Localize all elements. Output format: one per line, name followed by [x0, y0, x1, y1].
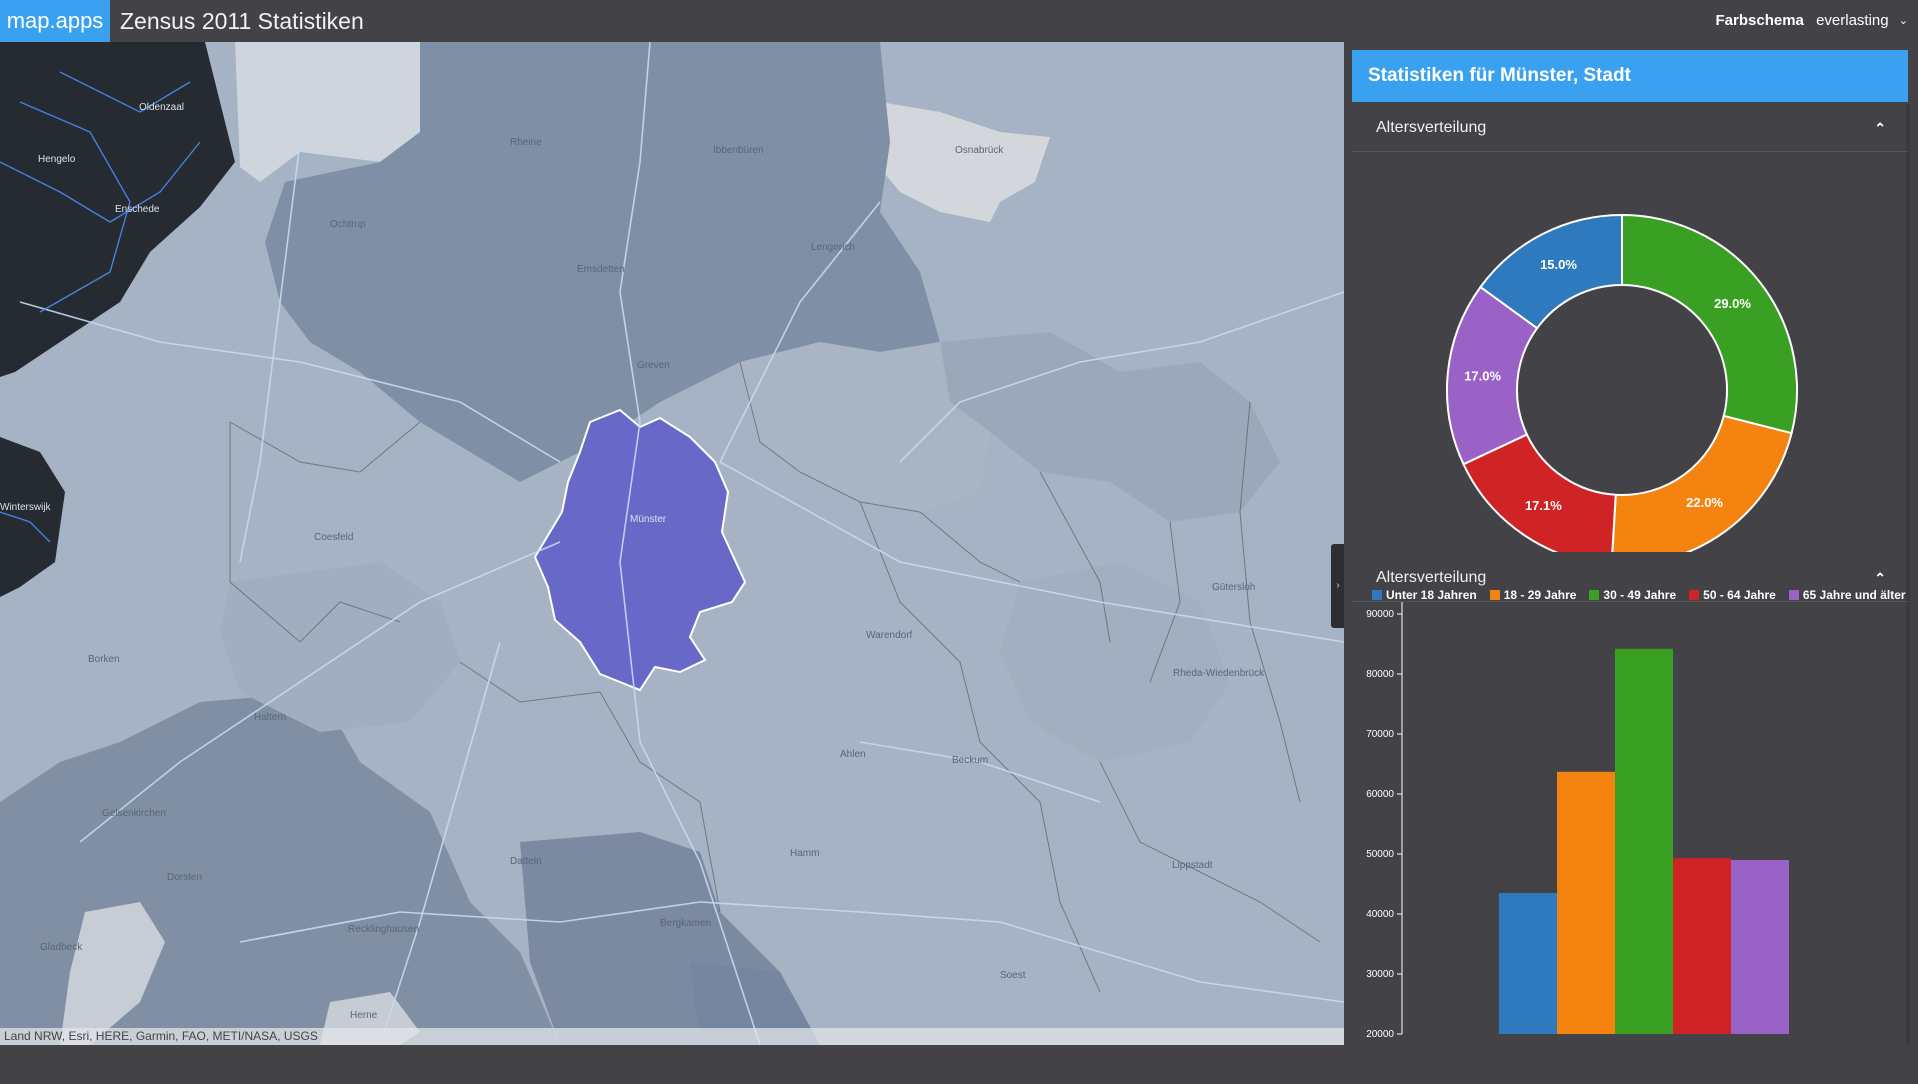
place-label: Gütersloh [1212, 582, 1256, 593]
y-tick-label: 80000 [1366, 669, 1394, 680]
age-distribution-donut-section: Altersverteilung ⌃ 29.0% 22.0% 17.1% 17.0% 1… [1352, 104, 1908, 602]
place-label: Rheine [510, 137, 542, 148]
place-label: Coesfeld [314, 532, 354, 543]
place-label: Ibbenbüren [713, 145, 764, 156]
place-label: Recklinghausen [348, 924, 420, 935]
place-label: Gelsenkirchen [102, 808, 166, 819]
bar[interactable] [1615, 648, 1673, 1034]
color-scheme-selector[interactable]: Farbschema everlasting ⌄ [1716, 0, 1908, 43]
collapse-panel-handle[interactable]: › [1331, 544, 1344, 628]
donut-chart: 29.0% 22.0% 17.1% 17.0% 15.0% [1446, 213, 1798, 552]
place-label: Bergkamen [660, 918, 712, 929]
statistics-panel: Statistiken für Münster, Stadt Altersver… [1344, 42, 1918, 1045]
place-label: Hamm [790, 848, 820, 859]
section-title: Altersverteilung [1376, 119, 1487, 136]
place-label: Osnabrück [955, 145, 1004, 156]
place-label: Datteln [510, 856, 542, 867]
map-view[interactable]: Oldenzaal Hengelo Enschede Ochtrup Rhein… [0, 42, 1344, 1045]
chevron-down-icon[interactable]: ⌄ [1899, 0, 1908, 42]
map-canvas[interactable] [0, 42, 1344, 1045]
place-label: Ochtrup [330, 219, 366, 230]
map-attribution: Land NRW, Esri, HERE, Garmin, FAO, METI/… [0, 1028, 1344, 1045]
place-label: Enschede [115, 204, 160, 215]
app-logo[interactable]: map.apps [0, 0, 110, 42]
bar[interactable] [1673, 858, 1731, 1034]
place-label: Borken [88, 654, 120, 665]
place-label: Hengelo [38, 154, 76, 165]
place-label: Münster [630, 514, 667, 525]
place-label: Warendorf [866, 630, 913, 641]
y-tick-label: 40000 [1366, 909, 1394, 920]
y-tick-label: 30000 [1366, 969, 1394, 980]
place-label: Rheda-Wiedenbrück [1173, 668, 1265, 679]
color-scheme-value[interactable]: everlasting [1816, 12, 1889, 29]
slice-value-label: 29.0% [1714, 296, 1751, 311]
bar-chart: 20000 30000 40000 50000 60000 70000 80000 90000 [1366, 602, 1789, 1040]
y-tick-label: 50000 [1366, 849, 1394, 860]
chevron-up-icon[interactable]: ⌃ [1874, 554, 1886, 602]
bar[interactable] [1499, 893, 1557, 1034]
place-label: Haltern [254, 712, 287, 723]
donut-slice[interactable] [1611, 414, 1793, 552]
slice-value-label: 22.0% [1686, 495, 1723, 510]
place-label: Gladbeck [40, 942, 83, 953]
place-label: Greven [637, 360, 670, 371]
place-label: Dorsten [167, 872, 203, 883]
place-label: Lengerich [811, 242, 855, 253]
place-label: Soest [1000, 970, 1026, 981]
color-scheme-label: Farbschema [1715, 12, 1804, 29]
slice-value-label: 15.0% [1540, 257, 1577, 272]
section-header[interactable]: Altersverteilung ⌃ [1352, 104, 1908, 152]
section-title: Altersverteilung [1376, 569, 1487, 586]
bar[interactable] [1731, 860, 1789, 1034]
slice-value-label: 17.1% [1525, 498, 1562, 513]
place-label: Ahlen [840, 749, 866, 760]
y-tick-label: 60000 [1366, 789, 1394, 800]
app-title: Zensus 2011 Statistiken [120, 8, 364, 34]
donut-slice[interactable] [1621, 213, 1798, 435]
place-label: Emsdetten [577, 264, 625, 275]
place-label: Winterswijk [0, 502, 51, 513]
place-label: Oldenzaal [139, 102, 185, 113]
place-label: Herne [350, 1010, 378, 1021]
age-distribution-bar-section: Altersverteilung ⌃ 20000 30000 40000 50000 6… [1352, 554, 1908, 1040]
slice-value-label: 17.0% [1464, 369, 1501, 384]
panel-title: Statistiken für Münster, Stadt [1352, 50, 1908, 102]
place-label: Beckum [952, 755, 989, 766]
y-tick-label: 70000 [1366, 729, 1394, 740]
place-label: Lippstadt [1172, 860, 1213, 871]
bar[interactable] [1557, 771, 1615, 1034]
y-tick-label: 20000 [1366, 1029, 1394, 1040]
top-bar: map.apps Zensus 2011 Statistiken Farbsch… [0, 0, 1918, 42]
section-header[interactable]: Altersverteilung ⌃ [1352, 554, 1908, 602]
chevron-up-icon[interactable]: ⌃ [1874, 104, 1886, 152]
footer-strip [0, 1045, 1918, 1084]
y-tick-label: 90000 [1366, 609, 1394, 620]
